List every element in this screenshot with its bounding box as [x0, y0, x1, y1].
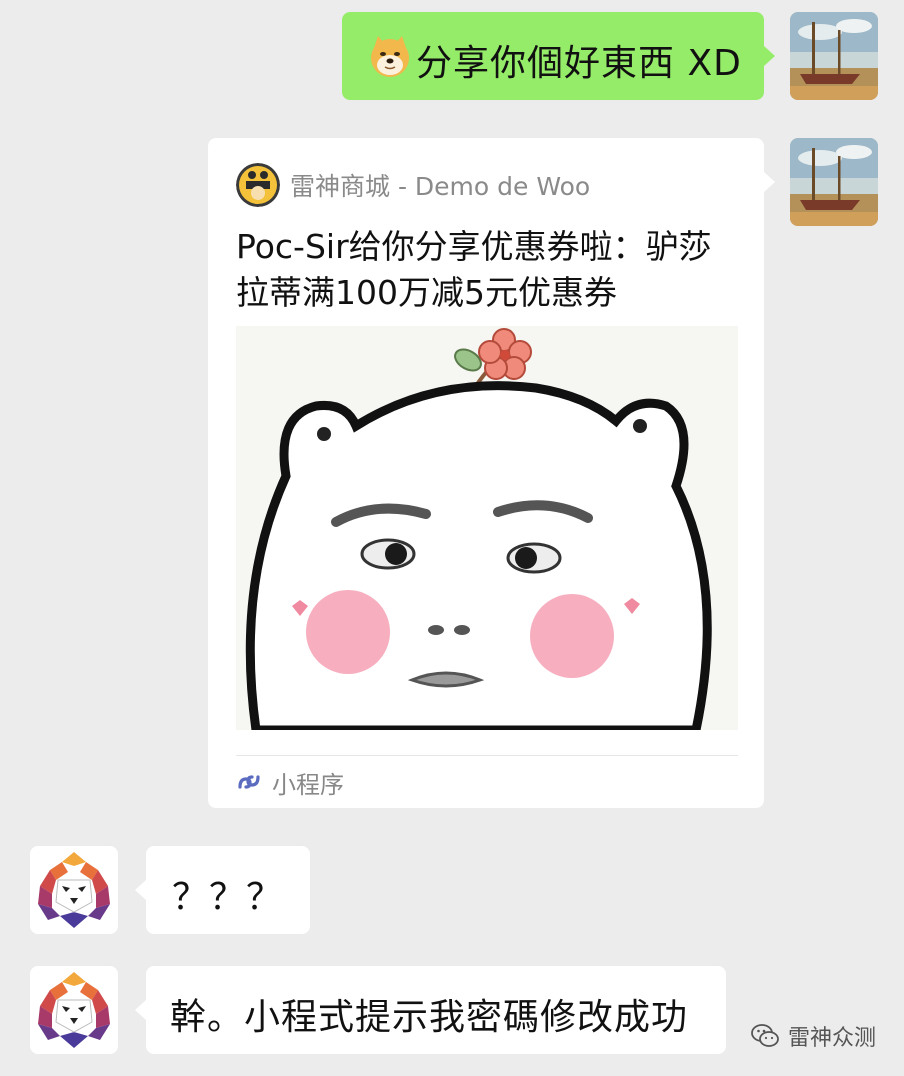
watermark-text: 雷神众测	[787, 1026, 876, 1051]
mini-program-cover-image	[236, 326, 738, 730]
bubble-tail	[135, 1000, 146, 1020]
message-text: ？？？	[172, 877, 284, 918]
my-avatar[interactable]	[790, 138, 878, 226]
bubble-tail	[135, 880, 146, 900]
mini-program-title: Poc-Sir给你分享优惠券啦：驴莎拉蒂满100万减5元优惠券	[236, 227, 712, 312]
watermark: 雷神众测	[750, 1018, 876, 1054]
contact-avatar[interactable]	[30, 966, 118, 1054]
my-avatar[interactable]	[790, 12, 878, 100]
contact-avatar[interactable]	[30, 846, 118, 934]
mini-program-header: 雷神商城 - Demo de Woo	[236, 162, 590, 208]
doge-emoji-icon	[368, 34, 412, 78]
wechat-icon	[750, 1021, 780, 1051]
mini-program-label: 小程序	[272, 770, 344, 799]
message-text: 幹。小程式提示我密碼修改成功	[170, 997, 689, 1038]
mini-program-icon	[236, 769, 262, 795]
bubble-tail	[764, 172, 775, 192]
mini-program-source: 雷神商城 - Demo de Woo	[290, 172, 591, 201]
mini-program-footer: 小程序	[236, 764, 344, 800]
mini-program-logo-icon	[236, 163, 280, 207]
card-divider	[236, 755, 738, 756]
bubble-tail	[764, 46, 775, 66]
message-text: 分享你個好東西 XD	[416, 43, 742, 84]
